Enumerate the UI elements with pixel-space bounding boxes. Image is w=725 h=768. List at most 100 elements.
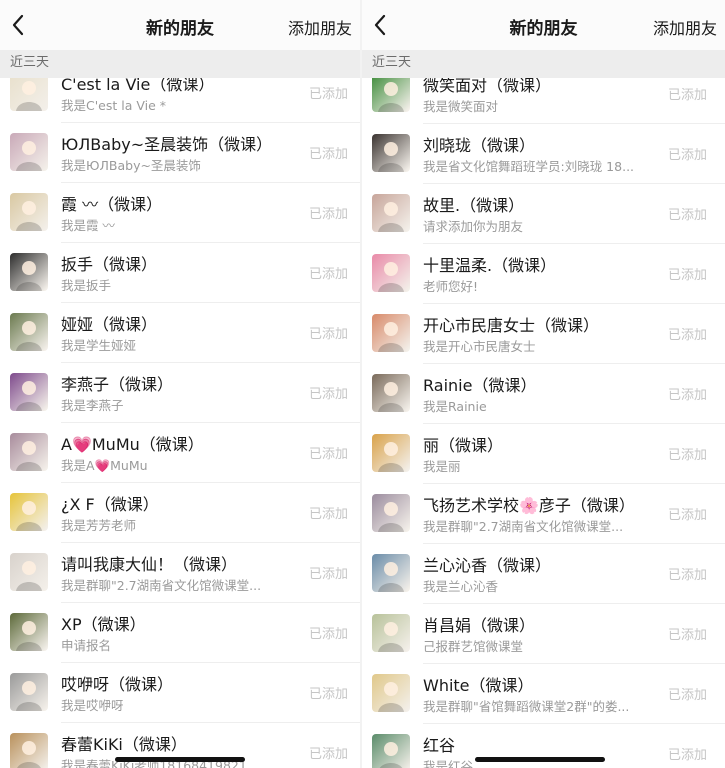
friend-request-row[interactable]: 开心市民唐女士（微课） 我是开心市民唐女士 已添加 [362,304,725,364]
home-indicator [115,757,245,762]
friend-request-row[interactable]: 请叫我康大仙！（微课） 我是群聊"2.7湖南省文化馆微课堂... 已添加 [0,543,360,603]
added-status: 已添加 [308,207,348,222]
avatar[interactable] [10,373,48,411]
friend-request-row[interactable]: White（微课） 我是群聊"省馆舞蹈微课堂2群"的娄... 已添加 [362,664,725,724]
friend-request-row[interactable]: Rainie（微课） 我是Rainie 已添加 [362,364,725,424]
section-header: 近三天 [362,50,725,78]
avatar[interactable] [372,554,410,592]
request-message: 申请报名 [61,638,112,653]
friend-request-row[interactable]: ЮЛBaby~圣晨装饰（微课） 我是ЮЛBaby~圣晨装饰 已添加 [0,123,360,183]
request-message: 我是学生娅娅 [61,338,137,353]
friend-request-row[interactable]: XP（微课） 申请报名 已添加 [0,603,360,663]
avatar[interactable] [10,253,48,291]
friend-request-row[interactable]: 肖昌娟（微课） 己报群艺馆微课堂 已添加 [362,604,725,664]
nav-bar: 新的朋友 添加朋友 [362,0,725,50]
request-message: 我是ЮЛBaby~圣晨装饰 [61,158,201,173]
avatar[interactable] [372,74,410,112]
contact-name: 扳手（微课） [61,255,158,274]
avatar[interactable] [372,434,410,472]
request-message: 我是群聊"2.7湖南省文化馆微课堂... [61,578,262,593]
added-status: 已添加 [667,268,707,283]
contact-name: ЮЛBaby~圣晨装饰（微课） [61,135,273,154]
avatar[interactable] [372,254,410,292]
friend-request-row[interactable]: 李燕子（微课） 我是李燕子 已添加 [0,363,360,423]
request-message: 我是群聊"省馆舞蹈微课堂2群"的娄... [423,699,630,714]
friend-request-row[interactable]: 刘晓珑（微课） 我是省文化馆舞蹈班学员:刘晓珑 18... 已添加 [362,124,725,184]
right-screen: 新的朋友 添加朋友 近三天 微笑面对（微课） 我是微笑面对 已添加 刘晓珑（微课） 我是… [362,0,725,768]
request-message: 我是群聊"2.7湖南省文化馆微课堂... [423,519,624,534]
avatar[interactable] [372,134,410,172]
avatar[interactable] [10,433,48,471]
avatar[interactable] [372,734,410,768]
friend-request-row[interactable]: 扳手（微课） 我是扳手 已添加 [0,243,360,303]
added-status: 已添加 [308,627,348,642]
added-status: 已添加 [308,747,348,762]
avatar[interactable] [10,493,48,531]
contact-name: 十里温柔.（微课） [423,256,557,275]
friend-request-row[interactable]: 霞 〰（微课） 我是霞 〰 已添加 [0,183,360,243]
friend-request-row[interactable]: 丽（微课） 我是丽 已添加 [362,424,725,484]
friend-request-row[interactable]: 兰心沁香（微课） 我是兰心沁香 已添加 [362,544,725,604]
contact-name: 故里.（微课） [423,196,525,215]
request-message: 己报群艺馆微课堂 [423,639,524,654]
avatar[interactable] [10,193,48,231]
request-message: 我是哎咿呀 [61,698,124,713]
add-friend-button[interactable]: 添加朋友 [653,15,717,39]
added-status: 已添加 [308,267,348,282]
added-status: 已添加 [667,508,707,523]
contact-name: A💗MuMu（微课） [61,435,204,454]
avatar[interactable] [10,133,48,171]
friend-request-row[interactable]: ¿X F（微课） 我是芳芳老师 已添加 [0,483,360,543]
contact-name: 霞 〰（微课） [61,195,163,214]
request-message: 我是扳手 [61,278,112,293]
request-message: 我是兰心沁香 [423,579,499,594]
contact-name: ¿X F（微课） [61,495,159,514]
request-message: 老师您好! [423,279,479,294]
request-message: 我是省文化馆舞蹈班学员:刘晓珑 18... [423,159,635,174]
added-status: 已添加 [308,567,348,582]
avatar[interactable] [372,194,410,232]
contact-name: 红谷 [423,736,456,755]
contact-name: XP（微课） [61,615,146,634]
avatar[interactable] [372,374,410,412]
avatar[interactable] [10,313,48,351]
added-status: 已添加 [667,148,707,163]
contact-name: 开心市民唐女士（微课） [423,316,600,335]
friend-request-row[interactable]: 哎咿呀（微课） 我是哎咿呀 已添加 [0,663,360,723]
added-status: 已添加 [308,327,348,342]
friend-request-row[interactable]: 飞扬艺术学校🌸彦子（微课） 我是群聊"2.7湖南省文化馆微课堂... 已添加 [362,484,725,544]
added-status: 已添加 [667,88,707,103]
contact-name: 春蕾KiKi（微课） [61,735,187,754]
add-friend-button[interactable]: 添加朋友 [288,15,352,39]
avatar[interactable] [372,494,410,532]
friend-request-row[interactable]: A💗MuMu（微课） 我是A💗MuMu 已添加 [0,423,360,483]
request-message: 我是Rainie [423,399,487,414]
added-status: 已添加 [308,147,348,162]
request-message: 我是霞 〰 [61,218,115,233]
nav-bar: 新的朋友 添加朋友 [0,0,360,50]
added-status: 已添加 [667,568,707,583]
added-status: 已添加 [308,387,348,402]
avatar[interactable] [10,73,48,111]
avatar[interactable] [10,553,48,591]
friend-request-row[interactable]: 娅娅（微课） 我是学生娅娅 已添加 [0,303,360,363]
avatar[interactable] [372,614,410,652]
contact-name: 肖昌娟（微课） [423,616,536,635]
avatar[interactable] [372,674,410,712]
added-status: 已添加 [667,628,707,643]
contact-name: 哎咿呀（微课） [61,675,174,694]
avatar[interactable] [372,314,410,352]
request-message: 我是开心市民唐女士 [423,339,536,354]
added-status: 已添加 [667,388,707,403]
added-status: 已添加 [667,688,707,703]
avatar[interactable] [10,673,48,711]
added-status: 已添加 [308,507,348,522]
contact-name: 娅娅（微课） [61,315,158,334]
added-status: 已添加 [667,208,707,223]
friend-request-row[interactable]: 故里.（微课） 请求添加你为朋友 已添加 [362,184,725,244]
avatar[interactable] [10,613,48,651]
added-status: 已添加 [667,328,707,343]
friend-request-row[interactable]: 十里温柔.（微课） 老师您好! 已添加 [362,244,725,304]
avatar[interactable] [10,733,48,768]
request-message: 我是微笑面对 [423,99,499,114]
